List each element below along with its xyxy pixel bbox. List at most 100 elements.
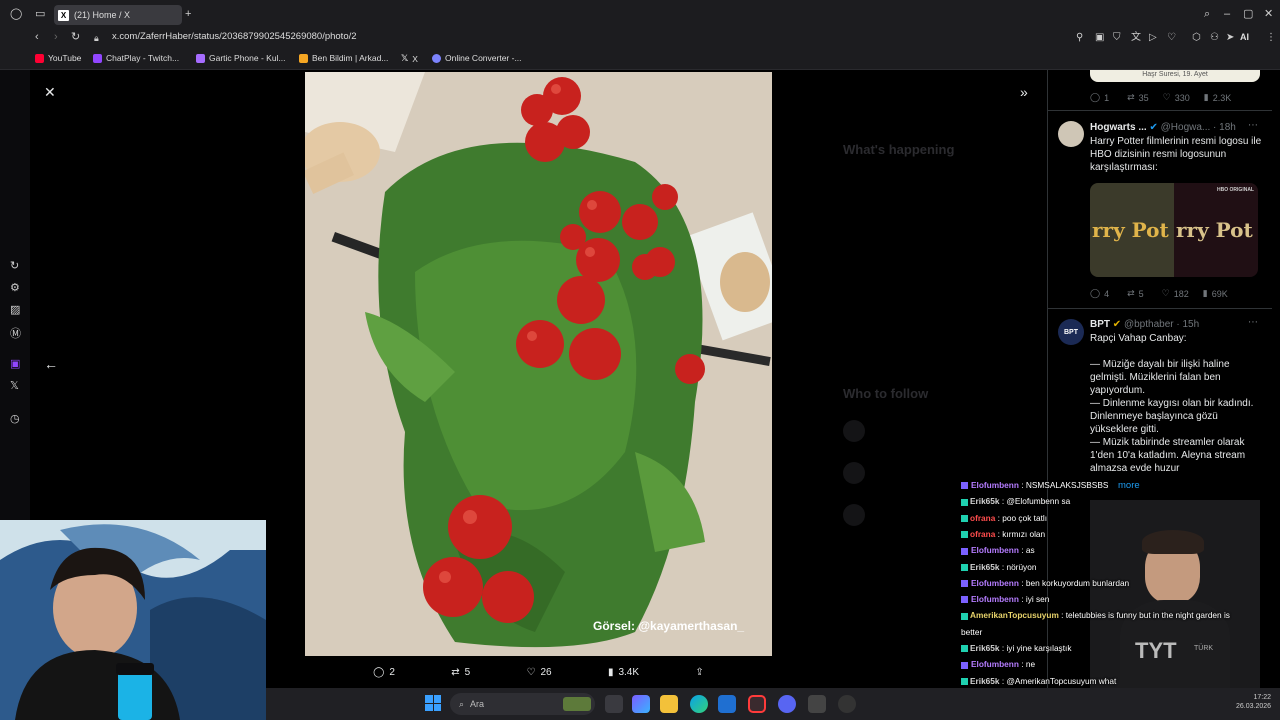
windows-start-icon[interactable] (425, 695, 441, 711)
repost-icon[interactable]: ⇄ (1127, 92, 1135, 103)
author-handle[interactable]: @Hogwa... (1161, 122, 1211, 133)
chat-text: @AmerikanTopcusuyum what (1006, 675, 1117, 686)
heart-icon[interactable]: ♡ (1167, 32, 1176, 43)
streamer-cam-left (0, 520, 266, 720)
repost-button[interactable]: ⇄ 5 (451, 667, 470, 678)
chat-username[interactable]: Elofumbenn (971, 659, 1019, 669)
back-icon[interactable]: ‹ (35, 32, 39, 43)
send-icon[interactable]: ➤ (1226, 32, 1234, 43)
twitch-icon[interactable]: ▣ (10, 357, 20, 370)
views-icon[interactable]: ▮ (1204, 92, 1209, 103)
like-button[interactable]: ♡ 26 (527, 667, 552, 678)
chat-text: NSMSALAKSJSBSBS (1025, 480, 1109, 490)
app-icon[interactable] (838, 695, 856, 713)
previous-photo-icon[interactable]: ← (44, 356, 58, 372)
avatar[interactable] (1058, 121, 1084, 147)
translate-icon[interactable]: 文 (1131, 32, 1141, 43)
tweet-photo[interactable]: Görsel: @kayamerthasan_ (305, 72, 772, 656)
chat-username[interactable]: Elofumbenn (971, 578, 1019, 588)
avatar[interactable]: BPT (1058, 319, 1084, 345)
tweet-time[interactable]: 18h (1219, 122, 1236, 133)
maximize-icon[interactable]: ▢ (1243, 9, 1253, 20)
steam-icon[interactable] (808, 695, 826, 713)
chat-username[interactable]: ofrana (970, 513, 995, 523)
share-button[interactable]: ⇪ (695, 667, 703, 678)
reply-button[interactable]: ◯ 2 (373, 667, 395, 678)
aria-icon[interactable]: ⚙ (10, 281, 20, 294)
chat-username[interactable]: Erik65k (970, 676, 1000, 686)
file-explorer-icon[interactable] (660, 695, 678, 713)
chat-separator: : (1018, 594, 1026, 605)
new-tab-icon[interactable]: + (185, 9, 191, 20)
notes-icon[interactable]: ▨ (10, 303, 20, 316)
repost-icon[interactable]: ⇄ (1127, 288, 1135, 299)
forward-icon[interactable]: › (54, 32, 58, 43)
reply-icon[interactable]: ◯ (1090, 288, 1100, 299)
close-window-icon[interactable]: ✕ (1264, 9, 1273, 20)
bookmark-youtube[interactable]: YouTube (35, 53, 81, 63)
search-icon[interactable]: ⌕ (1204, 9, 1210, 20)
author-name[interactable]: Hogwarts ... (1090, 122, 1147, 133)
chat-username[interactable]: Erik65k (970, 496, 1000, 506)
discord-icon[interactable] (778, 695, 796, 713)
history-icon[interactable]: ↻ (10, 259, 19, 272)
edge-icon[interactable] (690, 695, 708, 713)
shield-icon[interactable]: ⛉ (1113, 32, 1121, 43)
opera-logo-icon[interactable]: ◯ (10, 9, 22, 20)
author-handle[interactable]: @bpthaber (1124, 319, 1174, 330)
show-more-link[interactable]: more (1118, 480, 1140, 491)
m-app-icon[interactable]: Ⓜ (10, 325, 21, 341)
url-field[interactable]: x.com/ZaferrHaber/status/203687990254526… (112, 31, 357, 42)
chat-username[interactable]: Elofumbenn (971, 594, 1019, 604)
chat-username[interactable]: Erik65k (970, 643, 1000, 653)
profile-icon[interactable]: ⚇ (1210, 32, 1219, 43)
browser-tab-active[interactable]: X (21) Home / X (54, 5, 182, 25)
system-clock[interactable]: 17:22 26.03.2026 (1236, 693, 1271, 711)
tweet-time[interactable]: 15h (1183, 319, 1200, 330)
ai-button[interactable]: AI (1240, 32, 1249, 42)
heart-icon[interactable]: ♡ (1162, 288, 1170, 299)
pin-icon[interactable]: ⚲ (1076, 32, 1083, 43)
more-options-icon[interactable]: ⋯ (1248, 317, 1258, 328)
extensions-icon[interactable]: ⬡ (1192, 32, 1201, 43)
chat-badge-icon (961, 498, 968, 506)
taskbar-search[interactable]: ⌕ Ara (450, 693, 595, 715)
more-options-icon[interactable]: ⋯ (1248, 120, 1258, 131)
chat-username[interactable]: Elofumbenn (971, 545, 1019, 555)
chat-username[interactable]: ofrana (970, 529, 995, 539)
views-button[interactable]: ▮ 3.4K (608, 667, 639, 678)
views-icon[interactable]: ▮ (1203, 288, 1208, 299)
bookmark-gartic[interactable]: Gartic Phone - Kul... (196, 53, 286, 63)
tab-menu-icon[interactable]: ▭ (35, 9, 45, 20)
close-viewer-icon[interactable]: ✕ (44, 84, 56, 101)
minimize-icon[interactable]: – (1224, 9, 1230, 20)
bookmark-chatplay[interactable]: ChatPlay - Twitch... (93, 53, 179, 63)
task-view-icon[interactable] (605, 695, 623, 713)
top-tweet-image-snippet: Haşr Suresi, 19. Ayet (1090, 70, 1260, 82)
bookmark-benbildim[interactable]: Ben Bildim | Arkad... (299, 53, 388, 63)
clock-icon[interactable]: ◷ (10, 412, 20, 425)
copilot-icon[interactable] (632, 695, 650, 713)
author-name[interactable]: BPT (1090, 319, 1110, 330)
lock-icon: 🔒︎ (94, 33, 99, 43)
reply-icon[interactable]: ◯ (1090, 92, 1100, 103)
snapshot-icon[interactable]: ▣ (1095, 32, 1104, 43)
chat-message: Erik65k : iyi yine karşılaştık (961, 643, 1071, 653)
repost-count: 5 (1138, 288, 1144, 299)
store-icon[interactable] (718, 695, 736, 713)
heart-icon[interactable]: ♡ (1163, 92, 1171, 103)
more-vertical-icon[interactable]: ⋮ (1266, 32, 1276, 43)
play-icon[interactable]: ▷ (1149, 32, 1157, 43)
chat-text: poo çok tatlı (1002, 512, 1048, 523)
reload-icon[interactable]: ↻ (71, 32, 80, 43)
chat-username[interactable]: AmerikanTopcusuyum (970, 610, 1059, 620)
bookmark-converter[interactable]: Online Converter -... (432, 53, 522, 63)
tweet-image[interactable]: rry Pot HBO ORIGINAL rry Pot (1090, 183, 1258, 277)
chat-username[interactable]: Erik65k (970, 562, 1000, 572)
opera-taskbar-icon[interactable] (748, 695, 766, 713)
chat-username[interactable]: Elofumbenn (971, 480, 1019, 490)
bookmark-x[interactable]: 𝕏X (401, 53, 418, 64)
views-icon: ▮ (607, 666, 614, 678)
x-sidebar-icon[interactable]: 𝕏 (10, 379, 19, 392)
expand-sidebar-icon[interactable]: » (1020, 84, 1028, 100)
